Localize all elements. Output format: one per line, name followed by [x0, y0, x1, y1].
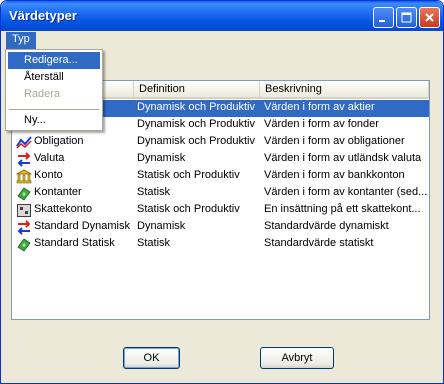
row-description: Standardvärde statiskt [264, 237, 374, 249]
maximize-button[interactable] [396, 7, 417, 28]
row-definition: Dynamisk och Produktiv [137, 118, 255, 130]
row-definition: Dynamisk och Produktiv [137, 101, 255, 113]
row-description: Standardvärde dynamiskt [264, 220, 389, 232]
maximize-icon [401, 12, 412, 23]
menu-separator [9, 109, 99, 110]
row-name: Standard Statisk [34, 237, 115, 249]
row-definition: Statisk [137, 186, 171, 198]
row-name: Obligation [34, 135, 84, 147]
menu-item-redigera[interactable]: Redigera... [8, 52, 100, 69]
exchange-arrows-icon [16, 152, 32, 167]
close-button[interactable] [419, 7, 440, 28]
row-description: En insättning på ett skattekont... [264, 203, 421, 215]
row-description: Värden i form av obligationer [264, 135, 405, 147]
row-definition: Dynamisk och Produktiv [137, 135, 255, 147]
typ-dropdown-menu: Redigera... Återställ Radera Ny... [5, 49, 103, 131]
table-row[interactable]: Standard Statisk Statisk Standardvärde s… [12, 236, 429, 253]
table-row[interactable]: Kontanter Statisk Värden i form av konta… [12, 185, 429, 202]
cancel-button[interactable]: Avbryt [260, 347, 334, 369]
row-description: Värden i form av utländsk valuta [264, 152, 422, 164]
row-description: Värden i form av kontanter (sed... [264, 186, 428, 198]
row-description: Värden i form av aktier [264, 101, 375, 113]
exchange-arrows-icon [16, 220, 32, 235]
tax-account-icon [16, 203, 32, 218]
title-bar[interactable]: Värdetyper [1, 1, 443, 31]
menu-bar: Typ [4, 31, 440, 49]
menu-item-ny[interactable]: Ny... [8, 112, 100, 129]
table-row[interactable]: Valuta Dynamisk Värden i form av utländs… [12, 151, 429, 168]
table-row[interactable]: Skattekonto Statisk och Produktiv En ins… [12, 202, 429, 219]
row-definition: Statisk och Produktiv [137, 203, 240, 215]
bank-icon [15, 169, 33, 184]
table-row[interactable]: Standard Dynamisk Dynamisk Standardvärde… [12, 219, 429, 236]
row-definition: Statisk och Produktiv [137, 169, 240, 181]
menu-typ[interactable]: Typ [6, 32, 36, 49]
table-row[interactable]: Obligation Dynamisk och Produktiv Värden… [12, 134, 429, 151]
cash-icon [16, 186, 32, 201]
dialog-window: Värdetyper Typ Definition Beskrivning Dy… [0, 0, 444, 384]
column-header-definition[interactable]: Definition [134, 81, 260, 98]
minimize-button[interactable] [373, 7, 394, 28]
ok-button[interactable]: OK [123, 347, 180, 369]
row-definition: Statisk [137, 237, 171, 249]
row-description: Värden i form av bankkonton [264, 169, 405, 181]
row-name: Standard Dynamisk [34, 220, 130, 232]
row-description: Värden i form av fonder [264, 118, 379, 130]
row-definition: Dynamisk [137, 220, 186, 232]
window-title: Värdetyper [9, 8, 77, 23]
table-row[interactable]: Konto Statisk och Produktiv Värden i for… [12, 168, 429, 185]
row-name: Valuta [34, 152, 65, 164]
minimize-icon [378, 12, 389, 23]
column-header-description[interactable]: Beskrivning [260, 81, 429, 98]
row-name: Konto [34, 169, 63, 181]
bond-chart-icon [16, 135, 32, 150]
menu-item-radera: Radera [24, 88, 61, 100]
row-name: Skattekonto [34, 203, 93, 215]
menu-item-aterstall[interactable]: Återställ [8, 69, 100, 86]
cash-icon [16, 237, 32, 252]
close-icon [424, 12, 435, 23]
row-name: Kontanter [34, 186, 82, 198]
row-definition: Dynamisk [137, 152, 186, 164]
